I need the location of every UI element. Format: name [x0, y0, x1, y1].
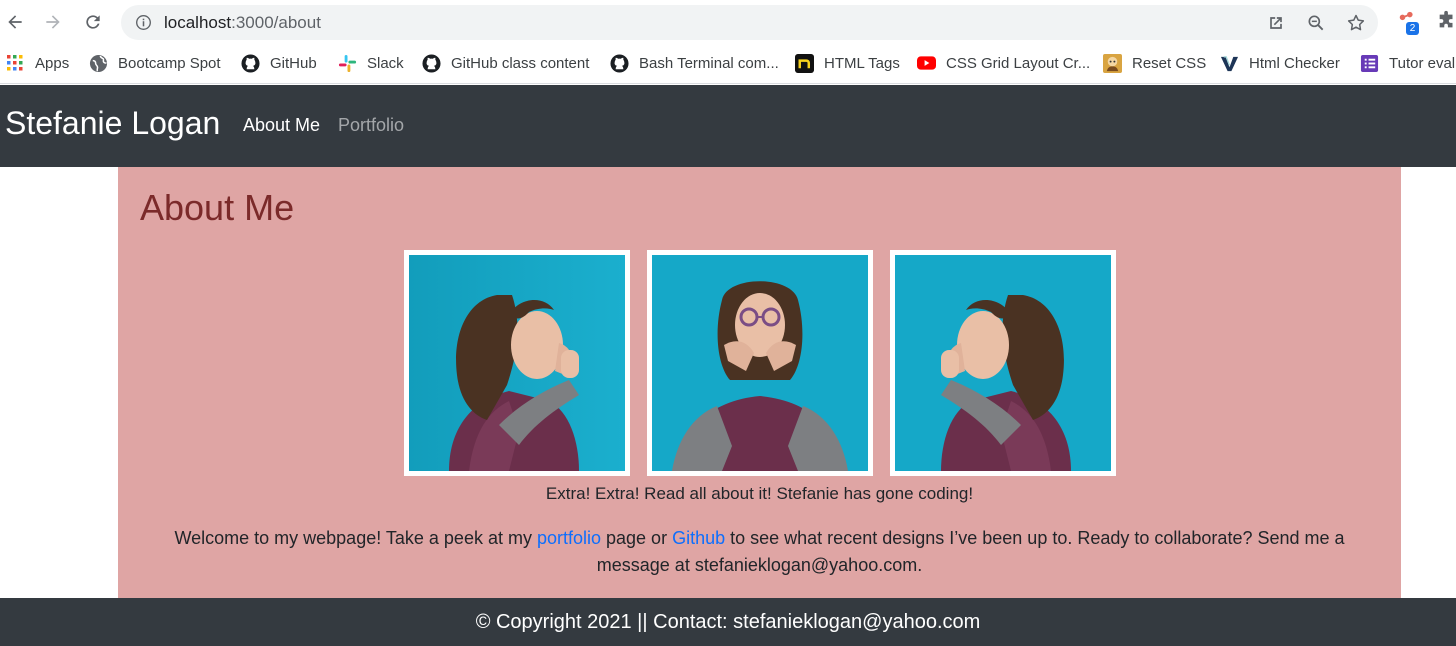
profile-photo-left — [404, 250, 630, 476]
arrow-right-icon — [46, 15, 60, 29]
site-info-icon[interactable] — [135, 14, 152, 31]
bookmark-tutor-eval[interactable]: Tutor eval — [1359, 52, 1455, 74]
bookmark-bash-terminal[interactable]: Bash Terminal com... — [609, 52, 779, 74]
bookmark-star-icon[interactable] — [1346, 13, 1366, 33]
bookmark-html-checker[interactable]: Html Checker — [1219, 52, 1340, 74]
nav-link-about-me[interactable]: About Me — [243, 115, 320, 136]
reload-button[interactable] — [80, 9, 106, 35]
bookmark-css-grid-layout[interactable]: CSS Grid Layout Cr... — [916, 52, 1090, 74]
browser-toolbar: localhost:3000/about 2 — [0, 0, 1456, 44]
github-icon — [240, 53, 260, 73]
open-in-new-icon[interactable] — [1266, 13, 1286, 33]
address-bar[interactable]: localhost:3000/about — [121, 5, 1378, 40]
globe-icon — [88, 53, 108, 73]
bookmark-label: Reset CSS — [1132, 54, 1207, 72]
github-icon — [421, 53, 441, 73]
bookmark-html-tags[interactable]: HTML Tags — [794, 52, 900, 74]
bookmark-label: CSS Grid Layout Cr... — [946, 54, 1091, 72]
arrow-left-icon — [8, 15, 22, 29]
forward-button[interactable] — [40, 9, 66, 35]
validator-icon — [1219, 53, 1239, 73]
bookmark-label: Html Checker — [1249, 54, 1340, 72]
github-link[interactable]: Github — [672, 528, 725, 548]
about-section: About Me Extra! Extra! Read all about it… — [118, 167, 1401, 599]
reload-icon — [86, 15, 100, 29]
profile-photo-right — [890, 250, 1116, 476]
bookmark-label: Tutor eval — [1389, 54, 1456, 72]
slack-icon — [337, 53, 357, 73]
brand-link[interactable]: Stefanie Logan — [5, 105, 220, 142]
photo-woman-front — [652, 255, 868, 471]
welcome-text-start: Welcome to my webpage! Take a peek at my — [174, 528, 537, 548]
site-footer: © Copyright 2021 || Contact: stefanieklo… — [0, 598, 1456, 646]
nav-link-portfolio[interactable]: Portfolio — [338, 115, 404, 136]
photo-woman-side-left — [409, 255, 625, 471]
photo-woman-side-right — [895, 255, 1111, 471]
bookmark-label: Slack — [367, 54, 404, 72]
url-path: :3000/about — [231, 13, 321, 32]
apps-grid-icon — [5, 53, 25, 73]
bookmark-reset-css[interactable]: Reset CSS — [1102, 52, 1206, 74]
bookmark-apps[interactable]: Apps — [5, 52, 69, 74]
url-host: localhost — [164, 13, 232, 32]
back-button[interactable] — [2, 9, 28, 35]
n-logo-icon — [794, 53, 814, 73]
bookmark-label: Bootcamp Spot — [118, 54, 221, 72]
github-icon — [609, 53, 629, 73]
puzzle-piece-icon — [1439, 10, 1453, 28]
youtube-icon — [916, 53, 936, 73]
extension-button[interactable]: 2 — [1397, 10, 1419, 35]
bookmark-label: HTML Tags — [824, 54, 900, 72]
bookmark-label: Bash Terminal com... — [639, 54, 779, 72]
bookmark-label: GitHub — [270, 54, 317, 72]
bookmarks-bar: Apps Bootcamp Spot GitHub Slack GitHub c… — [0, 44, 1456, 84]
footer-copyright: © Copyright 2021 || Contact: stefanieklo… — [475, 611, 981, 633]
bookmark-slack[interactable]: Slack — [337, 52, 404, 74]
reset-css-icon — [1102, 53, 1122, 73]
welcome-text-middle: page or — [601, 528, 673, 548]
extension-badge: 2 — [1406, 22, 1419, 35]
site-navbar: Stefanie Logan About Me Portfolio — [0, 85, 1456, 167]
bookmark-github-class-content[interactable]: GitHub class content — [421, 52, 589, 74]
welcome-paragraph: Welcome to my webpage! Take a peek at my… — [168, 525, 1351, 579]
bookmark-label: GitHub class content — [451, 54, 590, 72]
extensions-menu-button[interactable] — [1436, 10, 1456, 32]
zoom-icon[interactable] — [1306, 13, 1326, 33]
portfolio-link[interactable]: portfolio — [537, 528, 601, 548]
bookmark-label: Apps — [35, 54, 70, 72]
bookmark-bootcamp-spot[interactable]: Bootcamp Spot — [88, 52, 221, 74]
page-title: About Me — [140, 187, 295, 228]
url-text[interactable]: localhost:3000/about — [164, 13, 321, 33]
profile-photo-center — [647, 250, 873, 476]
forms-icon — [1359, 53, 1379, 73]
photo-caption: Extra! Extra! Read all about it! Stefani… — [545, 484, 974, 503]
bookmark-github[interactable]: GitHub — [240, 52, 317, 74]
